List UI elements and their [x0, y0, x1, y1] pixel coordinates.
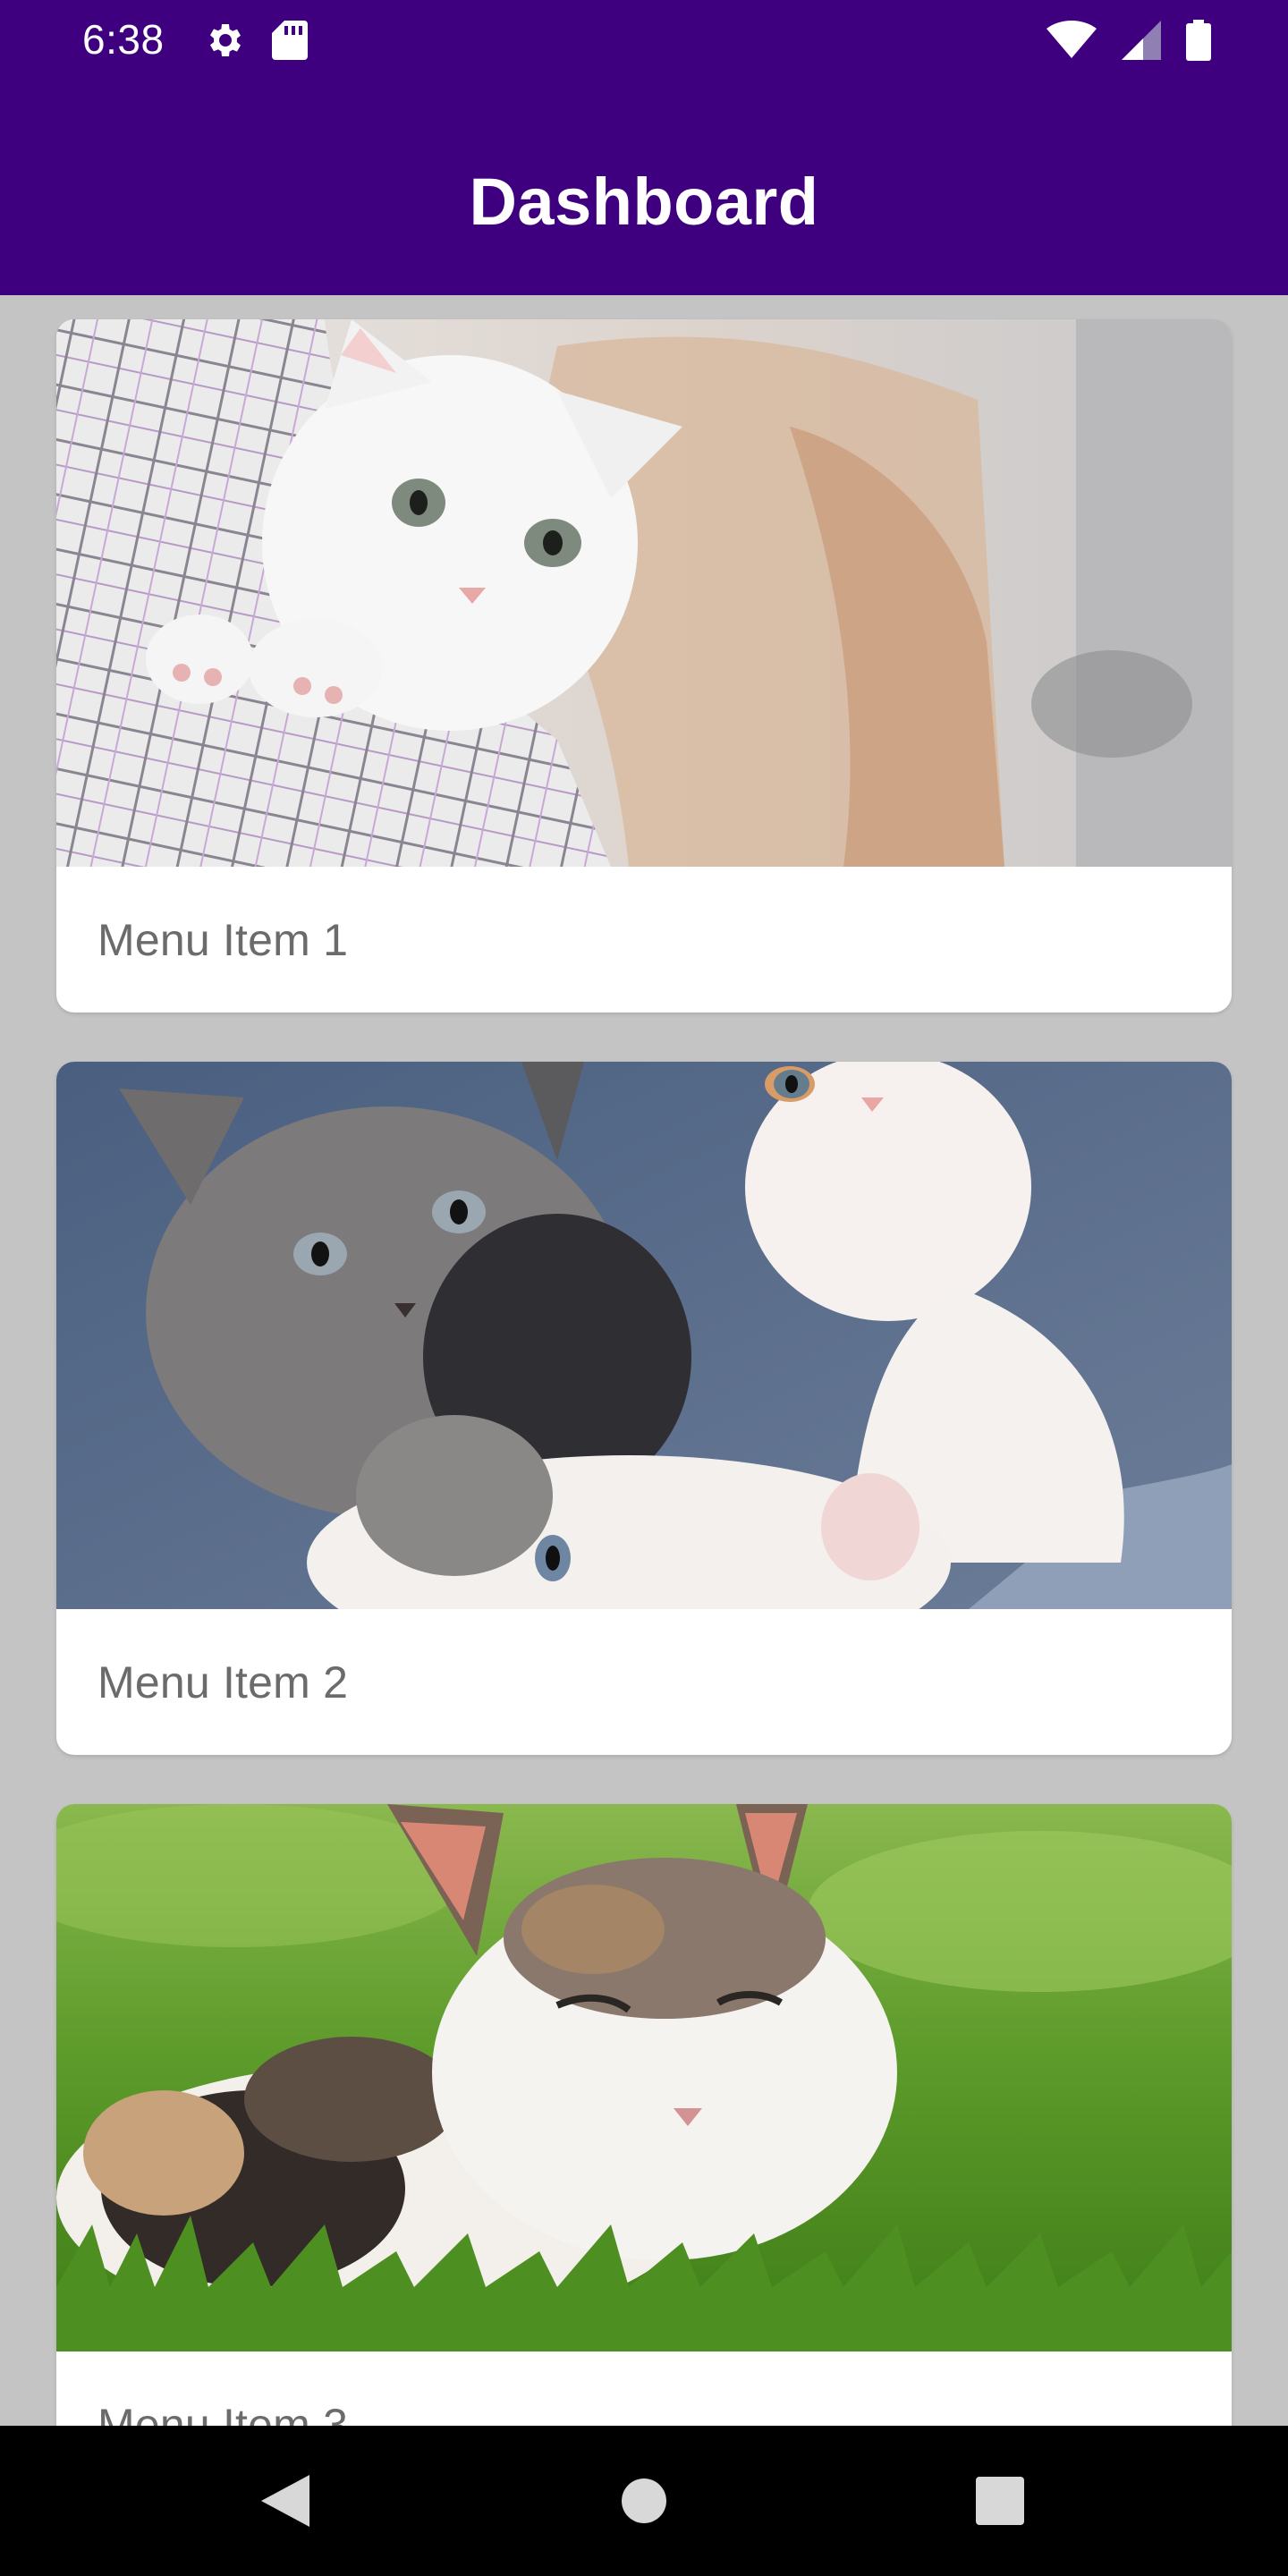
page-title: Dashboard	[469, 165, 819, 239]
system-navigation-bar	[0, 2426, 1288, 2576]
home-button[interactable]	[572, 2426, 716, 2576]
menu-item-3-image	[56, 1804, 1232, 2351]
menu-card-1[interactable]: Menu Item 1	[56, 319, 1232, 1013]
back-button[interactable]	[214, 2426, 357, 2576]
status-left-icons	[202, 16, 309, 64]
recents-button[interactable]	[928, 2426, 1072, 2576]
settings-gear-icon	[202, 19, 245, 62]
cellular-signal-icon	[1122, 21, 1161, 60]
wifi-icon	[1046, 21, 1097, 60]
home-icon	[622, 2479, 666, 2523]
sd-card-icon	[270, 19, 309, 62]
menu-item-1-label: Menu Item 1	[97, 914, 349, 965]
menu-card-3[interactable]: Menu Item 3	[56, 1804, 1232, 2426]
back-icon	[261, 2475, 309, 2527]
menu-item-2-label: Menu Item 2	[97, 1657, 349, 1707]
status-right-icons	[1046, 18, 1211, 63]
recents-icon	[976, 2477, 1024, 2525]
status-time: 6:38	[82, 16, 165, 63]
menu-item-3-label: Menu Item 3	[97, 2399, 349, 2427]
top-app-bar: 6:38 Dashboard	[0, 0, 1288, 295]
menu-item-2-image	[56, 1062, 1232, 1609]
dashboard-screen: 6:38 Dashboard Menu Item 1 Menu Item 2 M…	[0, 0, 1288, 2576]
menu-card-2[interactable]: Menu Item 2	[56, 1062, 1232, 1755]
menu-list[interactable]: Menu Item 1 Menu Item 2 Menu Item 3	[0, 295, 1288, 2426]
menu-item-1-image	[56, 319, 1232, 867]
battery-icon	[1186, 20, 1211, 61]
